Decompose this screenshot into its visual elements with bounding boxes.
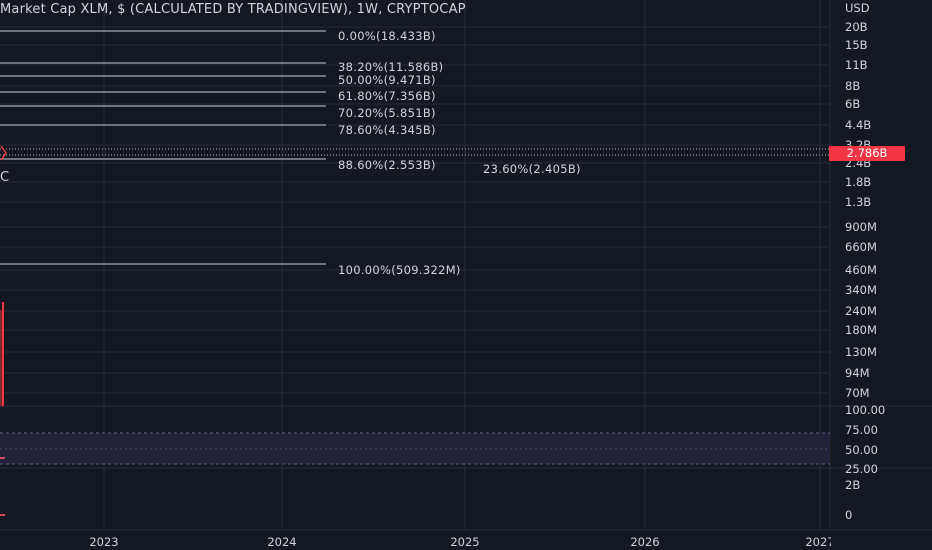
fib-level-label: 88.60%(2.553B) [338, 158, 436, 172]
chart-svg[interactable]: USD20B15B11B8B6B4.4B3.2B2.4B1.8B1.3B900M… [0, 0, 932, 550]
y-tick-label: 1.8B [845, 175, 871, 189]
y-tick-label: 240M [845, 304, 877, 318]
y-tick-label: 130M [845, 345, 877, 359]
current-price-marker [0, 145, 7, 161]
fib-level-label: 50.00%(9.471B) [338, 73, 436, 87]
rsi-tick-label: 25.00 [845, 462, 878, 476]
fib-level-label: 78.60%(4.345B) [338, 123, 436, 137]
x-tick-label: 2023 [89, 535, 118, 549]
candle-bar [0, 310, 2, 406]
y-tick-label: 20B [845, 20, 868, 34]
y-tick-label: 1.3B [845, 195, 871, 209]
volume-tick-label: 0 [845, 508, 852, 522]
y-tick-label: 900M [845, 220, 877, 234]
y-tick-label: 6B [845, 97, 860, 111]
y-tick-label: 180M [845, 323, 877, 337]
volume-bar [0, 514, 5, 516]
y-tick-label: 460M [845, 263, 877, 277]
partial-label: C [0, 170, 10, 185]
chart-title: Market Cap XLM, $ (CALCULATED BY TRADING… [0, 2, 466, 17]
candle-bar [2, 302, 4, 406]
y-tick-label: 15B [845, 38, 868, 52]
x-tick-label: 2026 [630, 535, 659, 549]
rsi-tick-label: 75.00 [845, 423, 878, 437]
fib-level-label: 61.80%(7.356B) [338, 89, 436, 103]
rsi-tick-label: 100.00 [845, 403, 885, 417]
y-tick-label: 94M [845, 366, 870, 380]
y-tick-label: 70M [845, 386, 870, 400]
rsi-tick-label: 50.00 [845, 443, 878, 457]
y-tick-label: 660M [845, 240, 877, 254]
y-tick-label: 11B [845, 58, 868, 72]
fib-level-label: 70.20%(5.851B) [338, 106, 436, 120]
rsi-line [0, 457, 5, 459]
x-tick-label: 2025 [450, 535, 479, 549]
y-tick-label: 340M [845, 283, 877, 297]
current-price-tag: 2.786B [829, 146, 905, 161]
x-tick-label: 2024 [267, 535, 296, 549]
y-tick-label: 4.4B [845, 118, 871, 132]
y-tick-label: 8B [845, 79, 860, 93]
fib-level-label: 23.60%(2.405B) [483, 162, 581, 176]
x-tick-label: 2027 [805, 535, 834, 549]
fib-level-label: 38.20%(11.586B) [338, 60, 443, 74]
fib-level-label: 100.00%(509.322M) [338, 263, 461, 277]
y-tick-label: USD [845, 1, 870, 15]
fib-level-label: 0.00%(18.433B) [338, 29, 436, 43]
axis-corner [831, 531, 932, 550]
chart-root[interactable]: USD 20B 15B 11B 8B 6B 4.4B 3.2B 2.4B 1.8B 1.3B 900M… [0, 0, 932, 550]
volume-tick-label: 2B [845, 478, 860, 492]
